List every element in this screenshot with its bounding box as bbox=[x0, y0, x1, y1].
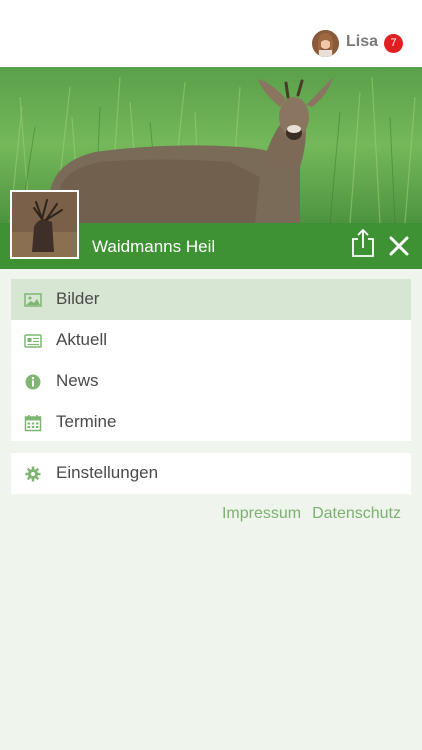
main-menu: Bilder Aktuell News Termine bbox=[11, 279, 411, 441]
impressum-link[interactable]: Impressum bbox=[222, 505, 301, 523]
datenschutz-link[interactable]: Datenschutz bbox=[312, 505, 401, 523]
club-name: Waidmanns Heil bbox=[92, 237, 216, 256]
menu-item-termine[interactable]: Termine bbox=[11, 402, 411, 443]
notification-badge[interactable]: 7 bbox=[384, 34, 403, 53]
share-icon bbox=[352, 228, 374, 257]
calendar-icon bbox=[24, 415, 42, 432]
gear-icon bbox=[25, 466, 41, 482]
share-button[interactable] bbox=[350, 228, 376, 258]
user-name[interactable]: Lisa bbox=[346, 33, 378, 51]
menu-item-news[interactable]: News bbox=[11, 361, 411, 402]
newspaper-icon bbox=[24, 334, 42, 348]
user-avatar[interactable] bbox=[312, 30, 339, 57]
menu-item-bilder[interactable]: Bilder bbox=[11, 279, 411, 320]
menu-item-einstellungen[interactable]: Einstellungen bbox=[11, 453, 411, 494]
menu-item-aktuell[interactable]: Aktuell bbox=[11, 320, 411, 361]
close-button[interactable] bbox=[386, 233, 412, 259]
menu-label: Termine bbox=[56, 412, 117, 431]
info-icon bbox=[25, 374, 41, 390]
image-icon bbox=[24, 293, 42, 307]
menu-label: News bbox=[56, 371, 99, 390]
menu-label: Einstellungen bbox=[56, 463, 159, 482]
settings-menu: Einstellungen bbox=[11, 453, 411, 494]
menu-label: Bilder bbox=[56, 289, 100, 308]
club-thumbnail bbox=[10, 190, 79, 259]
close-icon bbox=[389, 236, 409, 256]
footer-links: Impressum Datenschutz bbox=[222, 505, 401, 523]
menu-label: Aktuell bbox=[56, 330, 108, 349]
top-bar: Lisa 7 bbox=[0, 0, 422, 67]
